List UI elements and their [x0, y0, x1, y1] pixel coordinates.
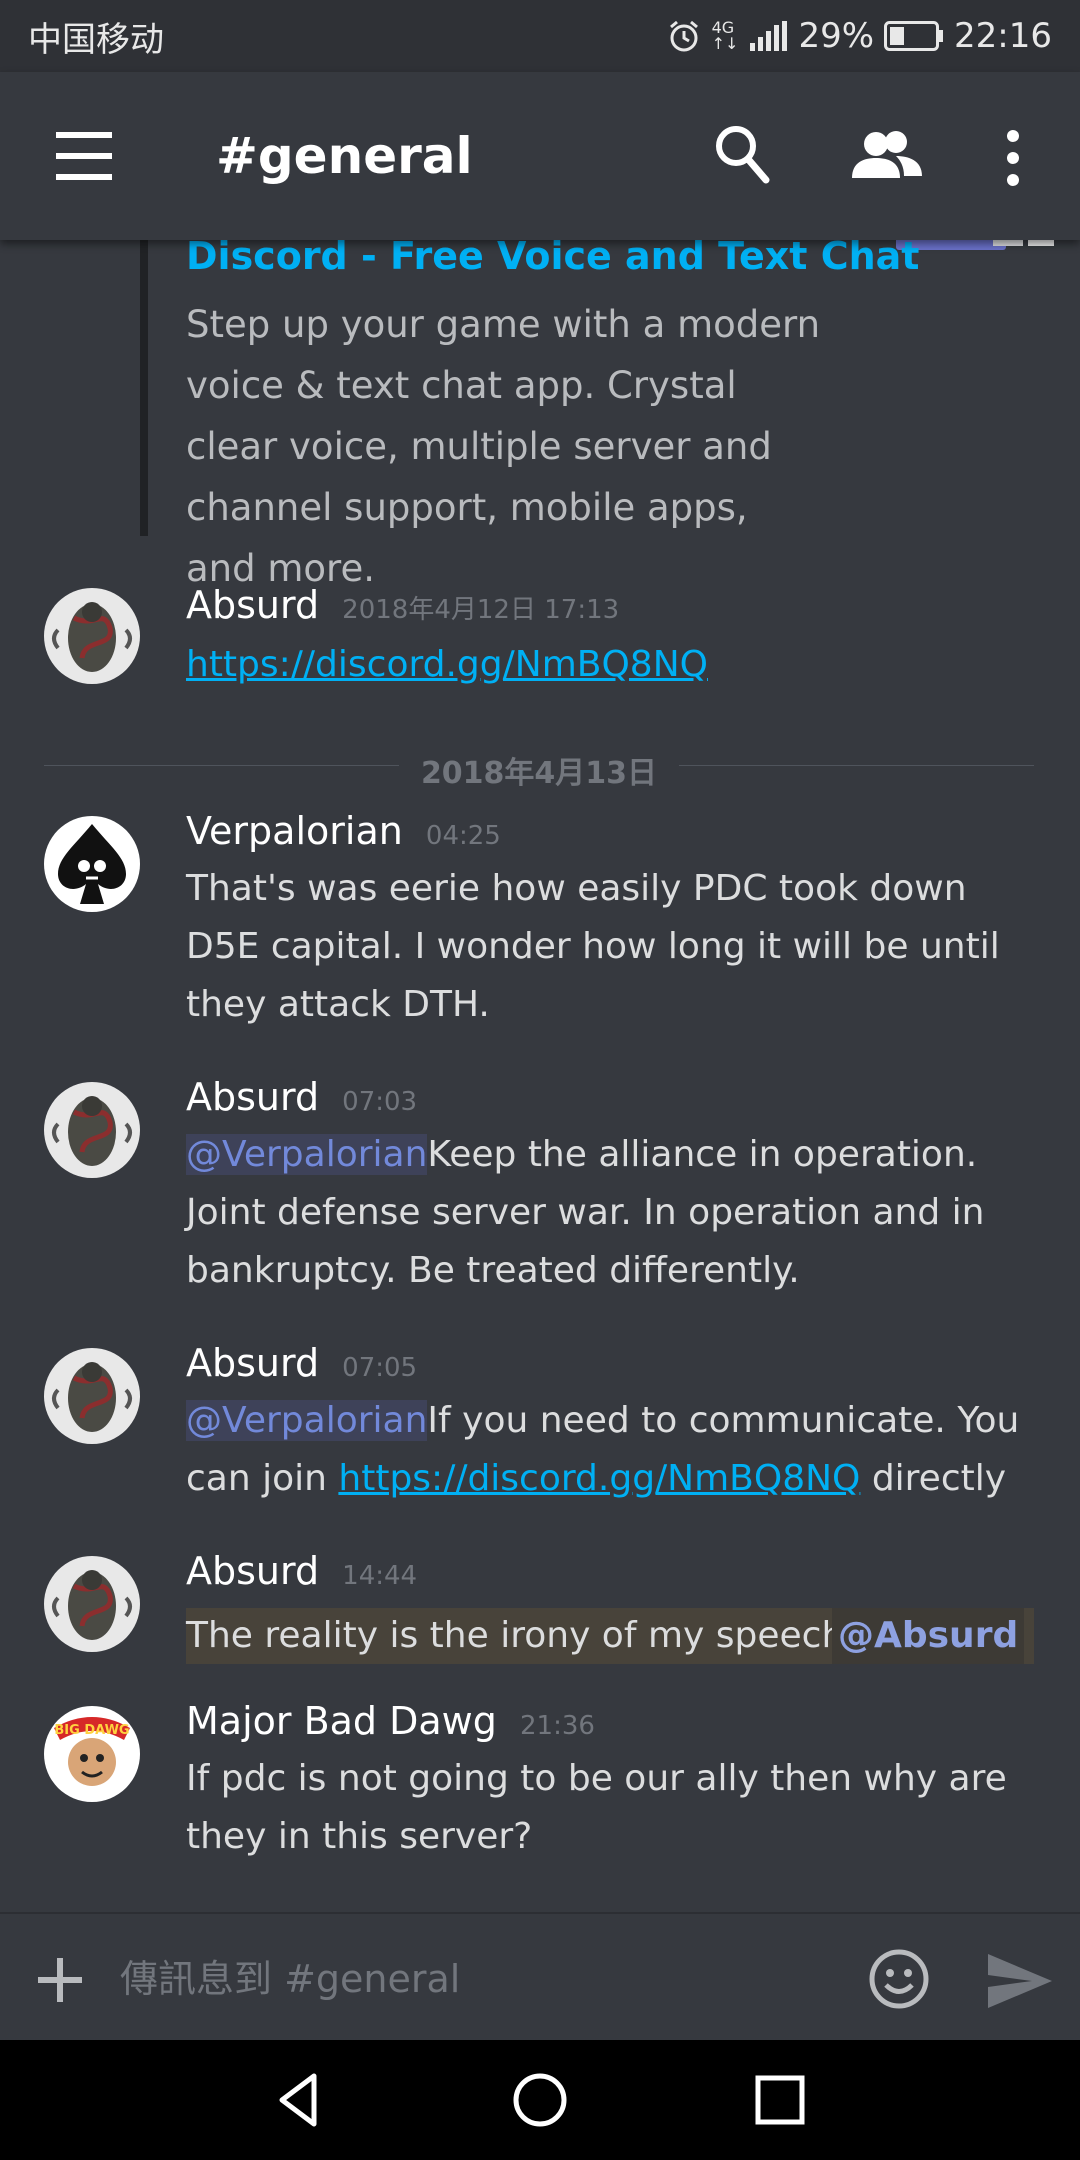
home-icon: [513, 2073, 567, 2127]
bulldog-avatar-icon: BIG DAWG: [44, 1706, 140, 1802]
message-header: Major Bad Dawg 21:36: [186, 1696, 595, 1746]
search-icon: [716, 126, 770, 184]
emoji-button[interactable]: [868, 1948, 930, 2010]
battery-icon: [884, 21, 944, 51]
snake-avatar-icon: [44, 1556, 140, 1652]
date-divider-label: 2018年4月13日: [420, 756, 658, 791]
message-content: @VerpalorianKeep the alliance in operati…: [186, 1126, 1046, 1300]
message-link[interactable]: https://discord.gg/NmBQ8NQ: [338, 1458, 860, 1499]
message-header: Absurd 2018年4月12日 17:13: [186, 580, 619, 630]
send-icon: [988, 1954, 1052, 2008]
message-link[interactable]: https://discord.gg/NmBQ8NQ: [186, 644, 708, 685]
search-button[interactable]: [712, 122, 772, 186]
message-content: https://discord.gg/NmBQ8NQ: [186, 636, 1046, 694]
message-header: Absurd 07:05: [186, 1338, 417, 1388]
back-button[interactable]: [270, 2070, 330, 2130]
send-button[interactable]: [986, 1952, 1054, 2010]
snake-avatar-icon: [44, 1348, 140, 1444]
user-mention[interactable]: @Absurd: [832, 1608, 1025, 1664]
message-input[interactable]: [118, 1938, 822, 2020]
menu-icon: [56, 132, 112, 180]
avatar[interactable]: BIG DAWG: [44, 1706, 140, 1802]
members-button[interactable]: [852, 130, 922, 180]
avatar[interactable]: [44, 1348, 140, 1444]
signal-icon: [750, 21, 788, 51]
message-content: @VerpalorianIf you need to communicate. …: [186, 1392, 1046, 1508]
recents-button[interactable]: [750, 2070, 810, 2130]
message-list[interactable]: Discord - Free Voice and Text Chat Step …: [0, 240, 1080, 1912]
embed-title[interactable]: Discord - Free Voice and Text Chat: [186, 240, 919, 282]
author-name[interactable]: Absurd: [186, 1341, 319, 1385]
network-activity-label: ↑↓: [711, 34, 739, 53]
spade-skull-avatar-icon: [44, 816, 140, 912]
author-name[interactable]: Absurd: [186, 583, 319, 627]
avatar[interactable]: [44, 1082, 140, 1178]
avatar[interactable]: [44, 1556, 140, 1652]
author-name[interactable]: Major Bad Dawg: [186, 1699, 497, 1743]
mentioned-message-highlight: The reality is the irony of my speech. @…: [186, 1608, 1034, 1664]
link-embed: Discord - Free Voice and Text Chat Step …: [140, 240, 1054, 590]
user-mention[interactable]: @Verpalorian: [186, 1400, 428, 1441]
add-attachment-button[interactable]: [36, 1956, 84, 2004]
menu-button[interactable]: [52, 128, 116, 184]
message-content: If pdc is not going to be our ally then …: [186, 1758, 1007, 1857]
message-text: The reality is the irony of my speech.: [186, 1615, 856, 1656]
carrier-label: 中国移动: [28, 19, 164, 60]
battery-percent: 29%: [798, 16, 875, 56]
embed-thumbnail-secondary: [993, 240, 1023, 246]
avatar[interactable]: [44, 588, 140, 684]
message-header: Verpalorian 04:25: [186, 806, 501, 856]
clock: 22:16: [954, 16, 1052, 56]
home-button[interactable]: [510, 2070, 570, 2130]
network-type: 4G ↑↓: [712, 20, 739, 52]
recents-icon: [755, 2075, 805, 2125]
message-header: Absurd 07:03: [186, 1072, 417, 1122]
message-timestamp: 07:03: [342, 1087, 418, 1117]
snake-avatar-icon: [44, 1082, 140, 1178]
message-composer: [0, 1912, 1080, 2040]
message-timestamp: 04:25: [425, 821, 501, 851]
message-timestamp: 2018年4月12日 17:13: [342, 595, 620, 625]
members-icon: [852, 131, 922, 178]
add-icon: [38, 1958, 82, 2002]
avatar-badge-text: BIG DAWG: [54, 1723, 129, 1738]
message-text-tail: directly: [860, 1458, 1007, 1499]
message-content: That's was eerie how easily PDC took dow…: [186, 868, 1000, 1025]
channel-title: #general: [216, 127, 473, 185]
user-mention[interactable]: @Verpalorian: [186, 1134, 428, 1175]
system-navigation-bar: [0, 2040, 1080, 2160]
author-name[interactable]: Verpalorian: [186, 809, 403, 853]
embed-description: Step up your game with a modern voice & …: [186, 303, 821, 590]
message-header: Absurd 14:44: [186, 1546, 417, 1596]
more-vert-icon: [1007, 130, 1019, 186]
avatar[interactable]: [44, 816, 140, 912]
channel-header: #general: [0, 72, 1080, 240]
author-name[interactable]: Absurd: [186, 1549, 319, 1593]
status-icons: 4G ↑↓ 29% 22:16: [666, 16, 1052, 56]
back-icon: [279, 2073, 317, 2127]
message-timestamp: 07:05: [342, 1353, 418, 1383]
embed-thumbnail-tertiary: [1028, 240, 1054, 246]
status-bar: 中国移动 4G ↑↓ 29% 22:16: [0, 0, 1080, 72]
snake-avatar-icon: [44, 588, 140, 684]
author-name[interactable]: Absurd: [186, 1075, 319, 1119]
message-timestamp: 21:36: [519, 1711, 595, 1741]
date-divider: 2018年4月13日: [44, 740, 1034, 791]
alarm-icon: [669, 20, 698, 52]
message-timestamp: 14:44: [342, 1561, 418, 1591]
emoji-icon: [869, 1949, 929, 2009]
more-options-button[interactable]: [998, 128, 1028, 188]
